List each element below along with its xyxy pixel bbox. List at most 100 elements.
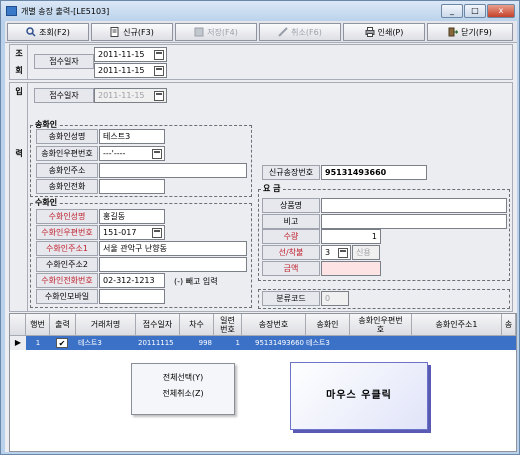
receiver-phone-input[interactable]: 02-312-1213 bbox=[99, 273, 165, 288]
print-button[interactable]: 인쇄(P) bbox=[343, 23, 425, 41]
row-header-corner bbox=[10, 314, 26, 336]
input-section-label-1: 입 bbox=[15, 87, 23, 96]
sender-address-input[interactable] bbox=[99, 163, 247, 178]
close-label: 닫기(F9) bbox=[461, 27, 492, 37]
grid-header-batch[interactable]: 차수 bbox=[180, 314, 214, 336]
query-button[interactable]: 조회(F2) bbox=[7, 23, 89, 41]
sender-name-label: 송화인성명 bbox=[36, 129, 98, 144]
sender-phone-label: 송화인전화 bbox=[36, 179, 98, 194]
invoice-grid: 행번 출력 거래처명 접수일자 차수 일련 번호 송장번호 송화인 송화인우편번… bbox=[9, 313, 517, 452]
sender-address-label: 송화인주소 bbox=[36, 163, 98, 178]
grid-header-overflow[interactable]: 송 bbox=[502, 314, 516, 336]
cancel-label: 취소(F6) bbox=[291, 27, 322, 37]
query-label: 조회(F2) bbox=[39, 27, 70, 37]
receiver-address1-input[interactable]: 서울 관악구 난향동 bbox=[99, 241, 247, 256]
cancel-button[interactable]: 취소(F6) bbox=[259, 23, 341, 41]
input-panel: 입 력 접수일자 2011-11-15 송화인 송화인성명 테스트3 송화인우편… bbox=[9, 82, 513, 312]
input-date-label: 접수일자 bbox=[34, 88, 94, 103]
cell-batch: 998 bbox=[198, 339, 212, 347]
calendar-icon[interactable] bbox=[154, 91, 164, 101]
sender-name-input[interactable]: 테스트3 bbox=[99, 129, 165, 144]
minimize-button[interactable]: _ bbox=[441, 4, 463, 18]
title-bar[interactable]: 개별 송장 출력-[LE5103] _ □ x bbox=[1, 1, 519, 21]
close-button[interactable]: 닫기(F9) bbox=[427, 23, 513, 41]
receiver-group-title: 수화인 bbox=[33, 197, 60, 208]
memo-input[interactable] bbox=[321, 214, 507, 229]
grid-header-printed[interactable]: 출력 bbox=[50, 314, 76, 336]
table-row[interactable]: ▶ 1 ✔ 테스트3 20111115 998 1 95131493660 테스… bbox=[10, 336, 516, 350]
printed-checkbox[interactable]: ✔ bbox=[56, 338, 68, 348]
menu-item-select-all[interactable]: 전체선택(Y) bbox=[134, 370, 232, 385]
printer-icon bbox=[365, 27, 375, 37]
sender-zip-input[interactable]: ---'---- bbox=[99, 146, 165, 161]
search-icon bbox=[26, 27, 36, 37]
new-button[interactable]: 신규(F3) bbox=[91, 23, 173, 41]
context-menu: 전체선택(Y) 전체취소(Z) bbox=[131, 363, 235, 415]
sender-zip-value: ---'---- bbox=[103, 149, 126, 158]
maximize-button[interactable]: □ bbox=[464, 4, 486, 18]
prepaid-label: 선/착불 bbox=[262, 245, 320, 260]
product-input[interactable] bbox=[321, 198, 507, 213]
client-area: 조회(F2) 신규(F3) 저장(F4) 취소(F6) 인쇄(P) 닫기(F9) bbox=[5, 21, 517, 452]
prepaid-code-input[interactable]: 3 bbox=[321, 245, 351, 260]
sender-phone-input[interactable] bbox=[99, 179, 165, 194]
grid-header-serial[interactable]: 일련 번호 bbox=[214, 314, 242, 336]
window-title: 개별 송장 출력-[LE5103] bbox=[21, 7, 110, 16]
receiver-mobile-label: 수화인모바일 bbox=[36, 289, 98, 304]
eraser-icon bbox=[278, 27, 288, 37]
sender-zip-label: 송화인우편번호 bbox=[36, 146, 98, 161]
grid-header-customer[interactable]: 거래처명 bbox=[76, 314, 136, 336]
qty-input[interactable]: 1 bbox=[321, 229, 381, 244]
save-button[interactable]: 저장(F4) bbox=[175, 23, 257, 41]
receiver-zip-input[interactable]: 151-017 bbox=[99, 225, 165, 240]
input-date-value: 2011-11-15 bbox=[98, 91, 145, 100]
prepaid-code-value: 3 bbox=[325, 248, 331, 257]
receiver-name-label: 수화인성명 bbox=[36, 209, 98, 224]
query-date-from-input[interactable]: 2011-11-15 bbox=[94, 47, 167, 62]
save-label: 저장(F4) bbox=[207, 27, 238, 37]
cell-sender: 테스트3 bbox=[306, 339, 330, 347]
fee-group-title: 요 금 bbox=[261, 183, 283, 194]
input-date-field[interactable]: 2011-11-15 bbox=[94, 88, 167, 103]
phone-hint: (-) 빼고 입력 bbox=[174, 277, 218, 286]
amount-input[interactable] bbox=[321, 261, 381, 276]
app-icon bbox=[6, 6, 17, 16]
cell-invoice: 95131493660 bbox=[255, 339, 304, 347]
query-date-label: 접수일자 bbox=[34, 54, 94, 69]
zip-search-icon[interactable] bbox=[152, 228, 162, 238]
product-label: 상품명 bbox=[262, 198, 320, 213]
calendar-icon[interactable] bbox=[154, 66, 164, 76]
memo-label: 비고 bbox=[262, 214, 320, 229]
grid-header-rownum[interactable]: 행번 bbox=[26, 314, 50, 336]
grid-header-sender-address1[interactable]: 송화인주소1 bbox=[412, 314, 502, 336]
receiver-mobile-input[interactable] bbox=[99, 289, 165, 304]
cell-serial: 1 bbox=[235, 339, 240, 347]
receiver-address1-label: 수화인주소1 bbox=[36, 241, 98, 256]
toolbar: 조회(F2) 신규(F3) 저장(F4) 취소(F6) 인쇄(P) 닫기(F9) bbox=[5, 21, 517, 43]
query-date-to-value: 2011-11-15 bbox=[98, 66, 145, 75]
main-window: 개별 송장 출력-[LE5103] _ □ x 조회(F2) 신규(F3) 저장… bbox=[0, 0, 520, 455]
query-date-to-input[interactable]: 2011-11-15 bbox=[94, 63, 167, 78]
grid-header-sender-zip[interactable]: 송화인우편번 호 bbox=[350, 314, 412, 336]
calendar-icon[interactable] bbox=[154, 50, 164, 60]
qty-label: 수량 bbox=[262, 229, 320, 244]
close-window-button[interactable]: x bbox=[487, 4, 515, 18]
zip-search-icon[interactable] bbox=[152, 149, 162, 159]
lookup-icon[interactable] bbox=[338, 248, 348, 258]
query-section-label-2: 회 bbox=[15, 66, 23, 75]
exit-door-icon bbox=[448, 27, 459, 37]
class-code-label: 분류코드 bbox=[262, 291, 320, 306]
query-section-label-1: 조 bbox=[15, 49, 23, 58]
new-label: 신규(F3) bbox=[123, 27, 154, 37]
query-date-from-value: 2011-11-15 bbox=[98, 50, 145, 59]
class-code-field[interactable]: 0 bbox=[321, 291, 349, 306]
grid-header-date[interactable]: 접수일자 bbox=[136, 314, 180, 336]
grid-header-invoice[interactable]: 송장번호 bbox=[242, 314, 306, 336]
receiver-name-input[interactable]: 홍길동 bbox=[99, 209, 165, 224]
row-pointer-icon: ▶ bbox=[10, 336, 26, 350]
invoice-input[interactable]: 95131493660 bbox=[321, 165, 427, 180]
receiver-address2-input[interactable] bbox=[99, 257, 247, 272]
menu-item-cancel-all[interactable]: 전체취소(Z) bbox=[134, 386, 232, 401]
grid-header-sender[interactable]: 송화인 bbox=[306, 314, 350, 336]
receiver-address2-label: 수화인주소2 bbox=[36, 257, 98, 272]
